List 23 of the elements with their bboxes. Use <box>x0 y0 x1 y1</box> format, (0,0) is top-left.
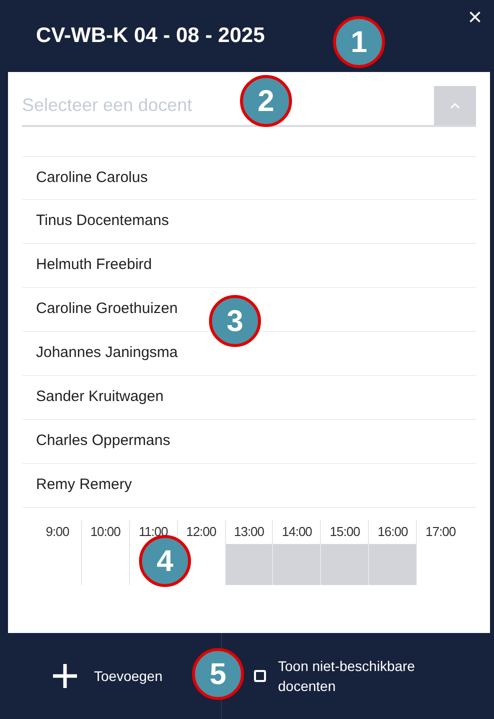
teacher-item[interactable]: Helmuth Freebird <box>22 244 476 288</box>
hour-label: 14:00 <box>282 523 312 541</box>
dropdown-toggle[interactable] <box>434 86 476 125</box>
teacher-item[interactable]: Remy Remery <box>22 464 476 508</box>
callout-badge: 5 <box>192 648 244 700</box>
checkbox-label: Toon niet-beschikbare docenten <box>278 657 416 696</box>
teacher-item[interactable]: Caroline Carolus <box>22 156 476 200</box>
hour-label: 9:00 <box>46 523 70 541</box>
add-button[interactable]: Toevoegen <box>52 663 163 689</box>
hour-label: 15:00 <box>330 523 360 541</box>
checkbox[interactable] <box>254 670 266 682</box>
dialog-title: CV-WB-K 04 - 08 - 2025 <box>36 23 265 50</box>
teacher-item[interactable]: Tinus Docentemans <box>22 200 476 244</box>
show-unavailable-toggle[interactable]: Toon niet-beschikbare docenten <box>254 656 448 696</box>
plus-icon <box>52 663 78 689</box>
hour-label: 17:00 <box>426 523 456 541</box>
hour-label: 13:00 <box>234 523 264 541</box>
teacher-item[interactable]: Charles Oppermans <box>22 420 476 464</box>
hour-label: 16:00 <box>378 523 408 541</box>
close-button[interactable]: × <box>468 6 482 30</box>
callout-badge: 1 <box>333 16 385 68</box>
hour-label: 10:00 <box>90 523 120 541</box>
teacher-item[interactable]: Sander Kruitwagen <box>22 376 476 420</box>
